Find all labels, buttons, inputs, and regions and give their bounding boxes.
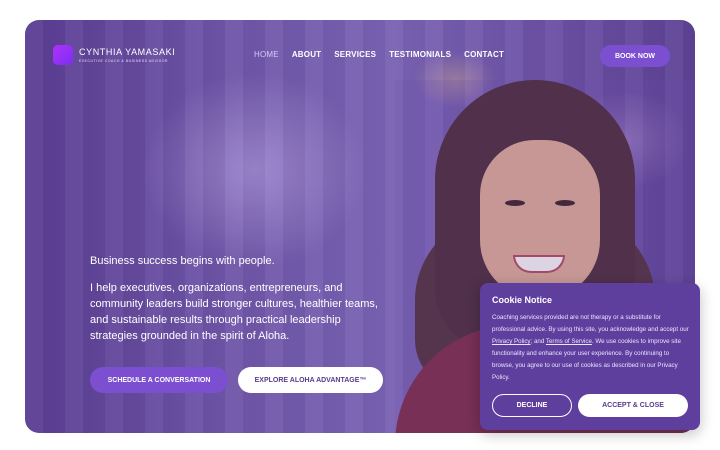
explore-aloha-advantage-button[interactable]: EXPLORE ALOHA ADVANTAGE™ xyxy=(238,367,383,393)
cookie-text: Coaching services provided are not thera… xyxy=(492,312,692,384)
cookie-actions: DECLINE ACCEPT & CLOSE xyxy=(492,394,688,417)
accept-cookies-button[interactable]: ACCEPT & CLOSE xyxy=(578,394,688,417)
schedule-conversation-button[interactable]: SCHEDULE A CONVERSATION xyxy=(90,367,228,393)
cookie-notice-dialog: Cookie Notice Coaching services provided… xyxy=(480,283,700,430)
cookie-text-part: Coaching services provided are not thera… xyxy=(492,314,689,333)
cookie-text-part: ; and xyxy=(530,338,546,345)
decline-cookies-button[interactable]: DECLINE xyxy=(492,394,572,417)
hero-body: I help executives, organizations, entrep… xyxy=(90,282,378,342)
nav-contact[interactable]: CONTACT xyxy=(464,50,504,59)
nav-services[interactable]: SERVICES xyxy=(334,50,376,59)
logo-mark-icon xyxy=(53,45,73,65)
site-logo[interactable]: CYNTHIA YAMASAKI EXECUTIVE COACH & BUSIN… xyxy=(53,45,175,65)
nav-home[interactable]: HOME xyxy=(254,50,279,59)
book-now-button[interactable]: BOOK NOW xyxy=(600,45,670,67)
cookie-title: Cookie Notice xyxy=(492,295,553,305)
brand-tagline: EXECUTIVE COACH & BUSINESS ADVISOR xyxy=(79,59,168,63)
nav-testimonials[interactable]: TESTIMONIALS xyxy=(389,50,451,59)
nav-about[interactable]: ABOUT xyxy=(292,50,321,59)
main-nav: HOME ABOUT SERVICES TESTIMONIALS CONTACT xyxy=(254,50,504,59)
terms-of-service-link[interactable]: Terms of Service xyxy=(546,338,592,345)
hero-lead: Business success begins with people. xyxy=(90,255,275,267)
brand-name: CYNTHIA YAMASAKI xyxy=(79,47,176,57)
privacy-policy-link[interactable]: Privacy Policy xyxy=(492,338,531,345)
